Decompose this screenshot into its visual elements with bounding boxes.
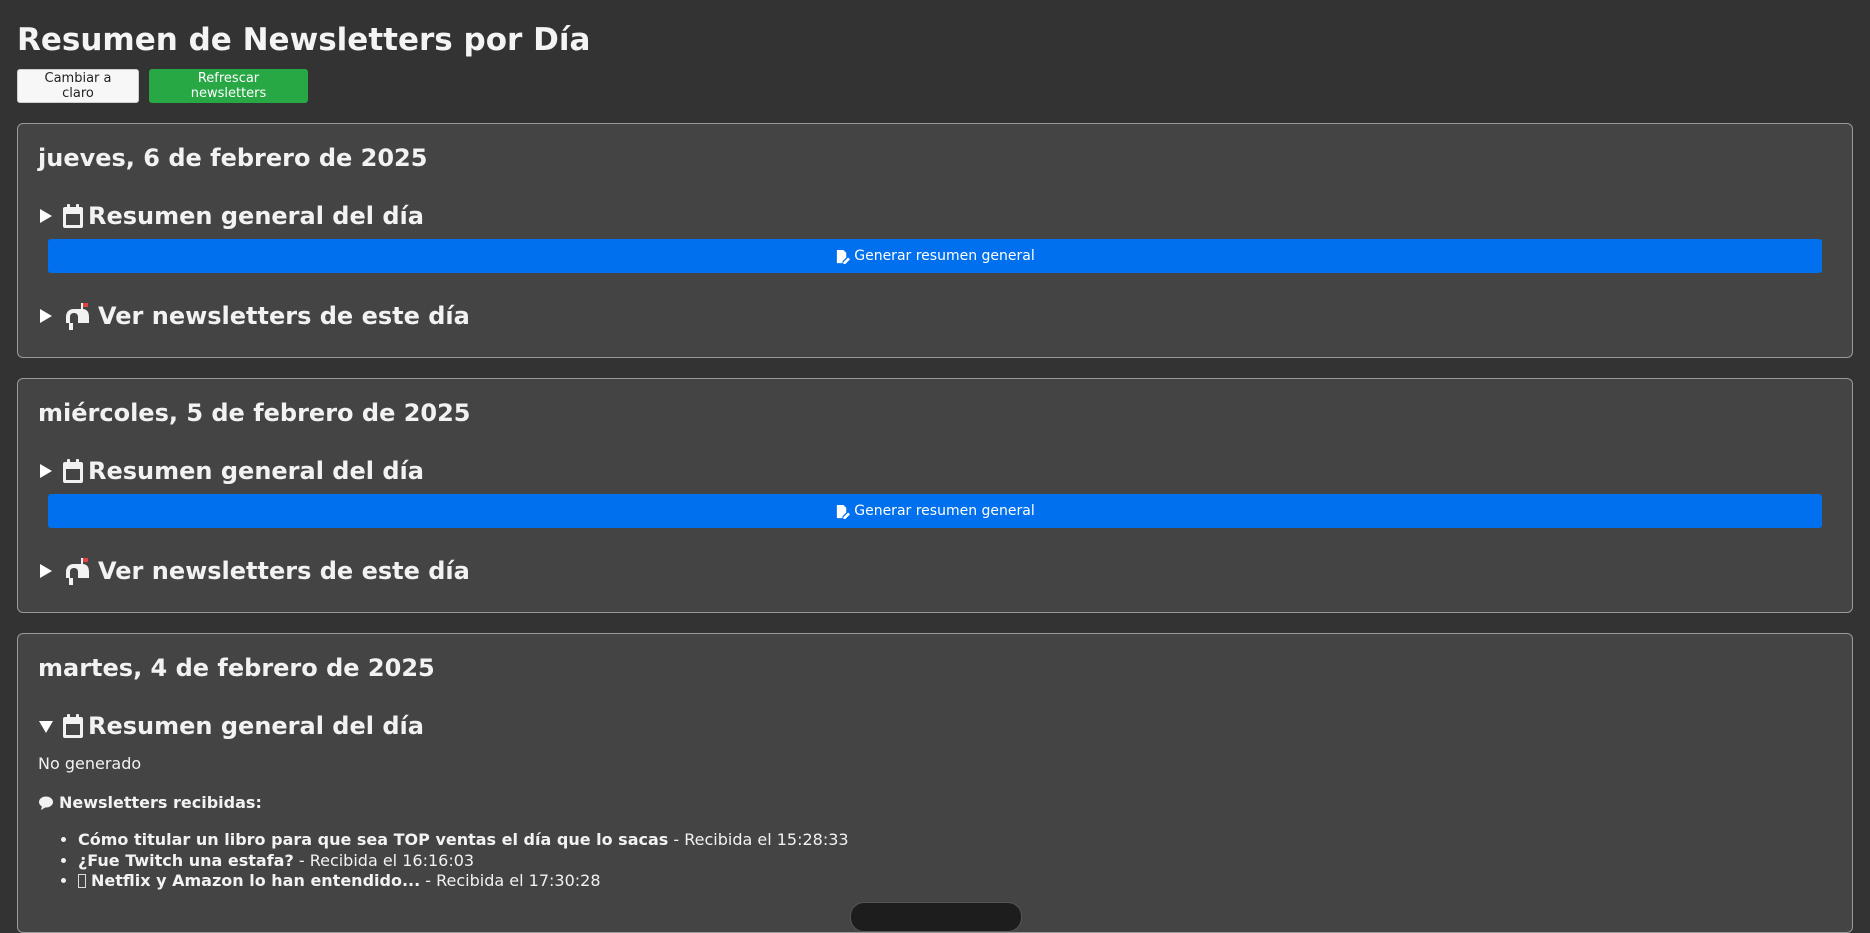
calendar-icon [63,459,83,483]
list-item: ¿Fue Twitch una estafa? - Recibida el 16… [78,851,1832,872]
summary-label: Resumen general del día [88,202,424,230]
summary-label: Resumen general del día [88,712,424,740]
speech-bubble-icon [39,796,53,810]
calendar-icon [63,714,83,738]
generate-summary-button[interactable]: Generar resumen general [48,494,1822,528]
summary-status: No generado [38,754,142,773]
triangle-right-icon [40,464,52,478]
generate-summary-label: Generar resumen general [854,503,1035,519]
day-card: martes, 4 de febrero de 2025 Resumen gen… [17,633,1853,933]
triangle-right-icon [40,309,52,323]
received-label-text: Newsletters recibidas: [59,793,262,812]
day-title: miércoles, 5 de febrero de 2025 [38,399,471,427]
triangle-right-icon [40,209,52,223]
edit-document-icon [837,249,851,264]
list-item: Cómo titular un libro para que sea TOP v… [78,830,1832,851]
day-title: martes, 4 de febrero de 2025 [38,654,435,682]
page-title: Resumen de Newsletters por Día [17,22,591,58]
calendar-icon [63,204,83,228]
floating-dock [850,902,1022,932]
refresh-button[interactable]: Refrescar newsletters [149,69,308,103]
newsletter-list: Cómo titular un libro para que sea TOP v… [38,830,1832,892]
triangle-right-icon [40,564,52,578]
newsletters-label: Ver newsletters de este día [98,557,470,585]
newsletters-label: Ver newsletters de este día [98,302,470,330]
newsletter-received: - Recibida el 16:16:03 [293,850,475,870]
day-card: jueves, 6 de febrero de 2025 Resumen gen… [17,123,1853,358]
generate-summary-label: Generar resumen general [854,248,1035,264]
newsletter-title[interactable]: ¿Fue Twitch una estafa? [78,851,294,870]
summary-toggle[interactable]: Resumen general del día [38,708,1832,744]
day-card: miércoles, 5 de febrero de 2025 Resumen … [17,378,1853,613]
newsletter-title[interactable]: Cómo titular un libro para que sea TOP v… [78,830,668,849]
mailbox-icon [66,303,89,330]
day-title: jueves, 6 de febrero de 2025 [38,144,428,172]
list-item: Netflix y Amazon lo han entendido... - R… [78,871,1832,892]
newsletter-received: - Recibida el 17:30:28 [420,871,601,890]
newsletter-received: - Recibida el 15:28:33 [668,830,849,849]
newsletters-toggle[interactable]: Ver newsletters de este día [38,553,1832,589]
summary-toggle[interactable]: Resumen general del día [38,198,1832,234]
missing-glyph-icon [78,874,86,888]
theme-toggle-button[interactable]: Cambiar a claro [17,69,139,103]
summary-label: Resumen general del día [88,457,424,485]
generate-summary-button[interactable]: Generar resumen general [48,239,1822,273]
edit-document-icon [837,504,851,519]
newsletter-title[interactable]: Netflix y Amazon lo han entendido... [91,871,420,890]
triangle-down-icon [39,721,53,733]
mailbox-icon [66,558,89,585]
newsletters-toggle[interactable]: Ver newsletters de este día [38,298,1832,334]
received-label: Newsletters recibidas: [38,793,1832,812]
summary-toggle[interactable]: Resumen general del día [38,453,1832,489]
